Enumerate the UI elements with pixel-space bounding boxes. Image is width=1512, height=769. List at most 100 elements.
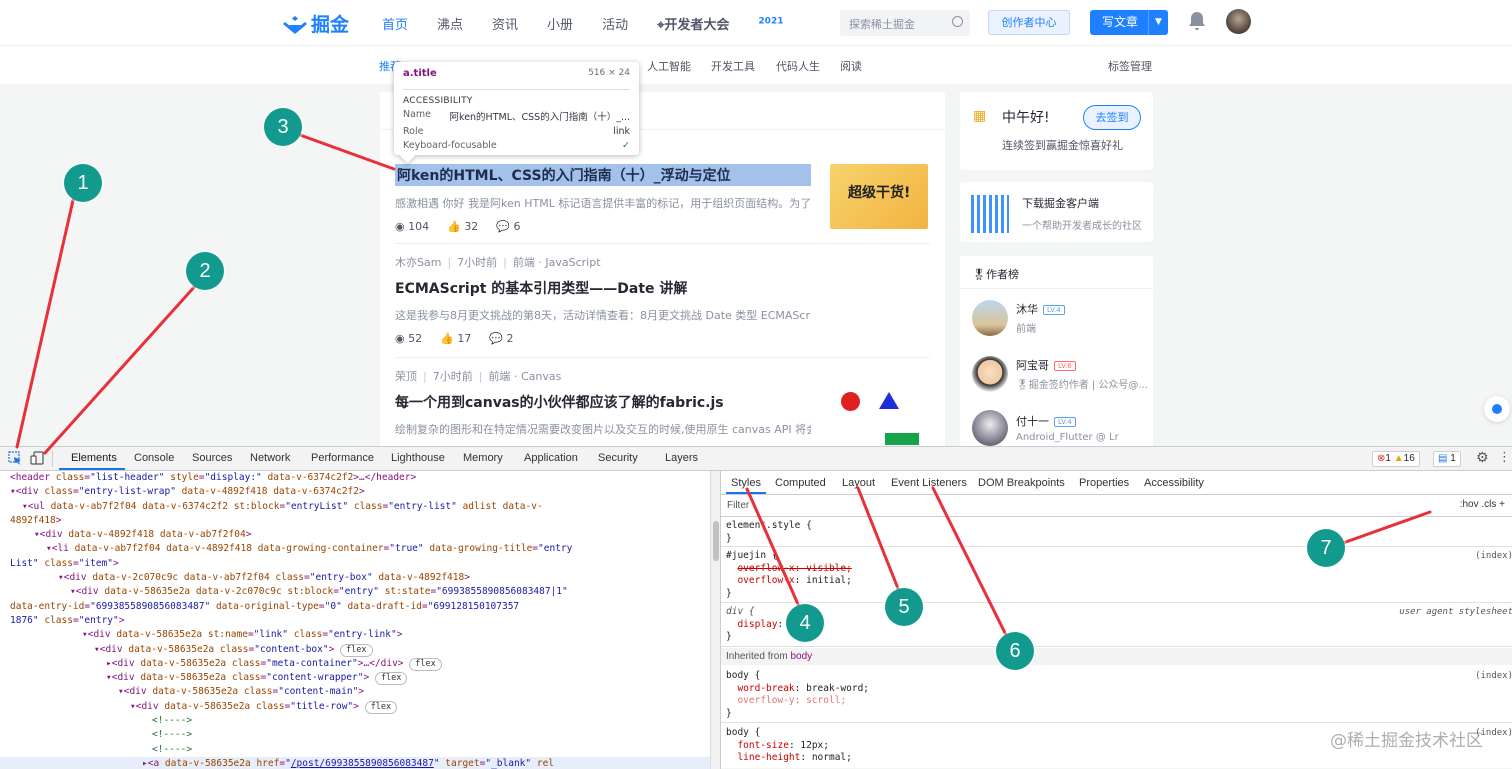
- dom-node[interactable]: ▸<div data-v-58635e2a class="meta-contai…: [0, 657, 710, 671]
- dom-node[interactable]: <!---->: [0, 743, 710, 757]
- sign-in-button[interactable]: 去签到: [1083, 105, 1141, 130]
- styles-filter-input[interactable]: Filter :hov .cls +: [721, 495, 1512, 517]
- author-item[interactable]: 阿宝哥 LV.6 🎖掘金签约作者 | 公众号@...: [972, 356, 1148, 392]
- write-article-button[interactable]: 写文章 ▼: [1090, 10, 1168, 35]
- download-card[interactable]: 下载掘金客户端 一个帮助开发者成长的社区: [960, 182, 1153, 242]
- tab-memory[interactable]: Memory: [463, 452, 503, 464]
- dom-node[interactable]: List" class="item">: [0, 557, 710, 571]
- dom-node[interactable]: data-entry-id="6993855890856083487" data…: [0, 600, 710, 614]
- dom-node[interactable]: ▾<div data-v-4892f418 data-v-ab7f2f04>: [0, 528, 710, 542]
- issues-badge[interactable]: ⊗1 ▲16: [1372, 451, 1420, 467]
- tab-elements[interactable]: Elements: [71, 452, 117, 464]
- bell-icon[interactable]: [1188, 11, 1206, 31]
- nav-books[interactable]: 小册: [547, 14, 573, 33]
- device-toolbar-icon[interactable]: [30, 451, 45, 465]
- dom-node[interactable]: 4892f418>: [0, 514, 710, 528]
- chat-float-button[interactable]: [1484, 396, 1510, 422]
- style-rule-div[interactable]: div {user agent stylesheet display: bloc…: [721, 603, 1512, 647]
- user-avatar[interactable]: [1226, 9, 1251, 34]
- tab-performance[interactable]: Performance: [311, 452, 374, 464]
- subnav-life[interactable]: 代码人生: [776, 58, 820, 74]
- tab-computed[interactable]: Computed: [775, 477, 826, 489]
- tab-properties[interactable]: Properties: [1079, 477, 1129, 489]
- chevron-down-icon[interactable]: ▼: [1148, 10, 1168, 35]
- dom-node[interactable]: ▾<div data-v-58635e2a class="content-box…: [0, 643, 710, 657]
- tab-dom-breakpoints[interactable]: DOM Breakpoints: [978, 477, 1065, 489]
- comments-value: 2: [506, 332, 514, 345]
- author-item[interactable]: 沐华 LV.4 前端: [972, 300, 1065, 336]
- rule-source[interactable]: (index): [1475, 550, 1512, 563]
- style-rule-element[interactable]: element.style {}: [721, 517, 1512, 547]
- tab-accessibility[interactable]: Accessibility: [1144, 477, 1204, 489]
- nav-news[interactable]: 资讯: [492, 14, 518, 33]
- tab-security[interactable]: Security: [598, 452, 638, 464]
- comments-count[interactable]: 💬 2: [489, 332, 513, 345]
- subnav-reading[interactable]: 阅读: [840, 58, 862, 74]
- list-item[interactable]: 木亦Sam | 7小时前 | 前端 · JavaScript ECMAScript 的基…: [395, 254, 930, 358]
- comments-count[interactable]: 💬 6: [496, 220, 520, 233]
- juejin-logo[interactable]: 掘金: [283, 10, 349, 37]
- dom-node[interactable]: ▾<div class="entry-list-wrap" data-v-489…: [0, 485, 710, 499]
- dom-node[interactable]: <header class="list-header" style="displ…: [0, 471, 710, 485]
- article-title-highlighted[interactable]: 阿ken的HTML、CSS的入门指南（十）_浮动与定位: [395, 164, 811, 186]
- tab-console[interactable]: Console: [134, 452, 174, 464]
- style-rule-body[interactable]: body {(index) word-break: break-word; ov…: [721, 667, 1512, 723]
- tab-styles[interactable]: Styles: [731, 477, 761, 489]
- author-item[interactable]: 付十一 LV.4 Android_Flutter @ Lr: [972, 410, 1119, 446]
- nav-pins[interactable]: 沸点: [437, 14, 463, 33]
- article-abstract: 这是我参与8月更文挑战的第8天，活动详情查看：8月更文挑战 Date 类型 EC…: [395, 309, 811, 322]
- tab-event-listeners[interactable]: Event Listeners: [891, 477, 967, 489]
- sidebar-tabs: Styles Computed Layout Event Listeners D…: [721, 471, 1512, 495]
- dom-node-selected[interactable]: ▸<a data-v-58635e2a href="/post/69938558…: [0, 756, 710, 769]
- subnav-ai[interactable]: 人工智能: [647, 58, 691, 74]
- tab-application[interactable]: Application: [524, 452, 578, 464]
- dom-node[interactable]: 1876" class="entry">: [0, 614, 710, 628]
- category-nav: 推荐 人工智能 开发工具 代码人生 阅读 标签管理: [0, 46, 1512, 84]
- author-name[interactable]: 木亦Sam: [395, 256, 441, 269]
- article-thumbnail[interactable]: 超级干货!: [830, 164, 928, 229]
- dom-node[interactable]: ▾<div data-v-58635e2a class="content-mai…: [0, 685, 710, 699]
- dom-node[interactable]: ▾<li data-v-ab7f2f04 data-v-4892f418 dat…: [0, 542, 710, 556]
- dom-node[interactable]: ▾<div data-v-58635e2a class="title-row">…: [0, 700, 710, 714]
- creator-center-button[interactable]: 创作者中心: [988, 10, 1070, 35]
- dom-node[interactable]: ▾<div data-v-58635e2a st:name="link" cla…: [0, 628, 710, 642]
- topic-tag[interactable]: Canvas: [521, 370, 561, 383]
- devtools-panel: Elements Console Sources Network Perform…: [0, 446, 1512, 769]
- gear-icon[interactable]: ⚙: [1476, 450, 1489, 466]
- tab-lighthouse[interactable]: Lighthouse: [391, 452, 445, 464]
- dom-node[interactable]: ▾<div data-v-2c070c9c data-v-ab7f2f04 cl…: [0, 571, 710, 585]
- topic-tag[interactable]: JavaScript: [545, 256, 600, 269]
- search-icon[interactable]: [952, 16, 963, 27]
- dom-tree-scrollbar[interactable]: [710, 471, 720, 769]
- tab-layout[interactable]: Layout: [842, 477, 875, 489]
- inherited-from-body[interactable]: body: [790, 651, 812, 662]
- tab-network[interactable]: Network: [250, 452, 290, 464]
- more-menu-icon[interactable]: ⋮: [1498, 450, 1511, 465]
- messages-badge[interactable]: ▤ 1: [1433, 451, 1461, 467]
- hov-cls-controls[interactable]: :hov .cls +: [1460, 499, 1505, 510]
- category-tag[interactable]: 前端: [488, 370, 510, 383]
- dom-node[interactable]: ▾<div data-v-58635e2a data-v-2c070c9c st…: [0, 585, 710, 599]
- style-rule-juejin[interactable]: #juejin {(index) overflow-x: visible; ov…: [721, 547, 1512, 603]
- dom-node[interactable]: ▾<ul data-v-ab7f2f04 data-v-6374c2f2 st:…: [0, 500, 710, 514]
- author-name[interactable]: 荣顶: [395, 370, 417, 383]
- dom-node[interactable]: ▾<div data-v-58635e2a class="content-wra…: [0, 671, 710, 686]
- tab-sources[interactable]: Sources: [192, 452, 232, 464]
- nav-events[interactable]: 活动: [602, 14, 628, 33]
- article-title[interactable]: ECMAScript 的基本引用类型——Date 讲解: [395, 278, 930, 298]
- dom-node[interactable]: <!---->: [0, 728, 710, 742]
- dom-tree[interactable]: <header class="list-header" style="displ…: [0, 471, 710, 769]
- inspect-element-icon[interactable]: [8, 451, 23, 465]
- tab-layers[interactable]: Layers: [665, 452, 698, 464]
- tag-manage-link[interactable]: 标签管理: [1108, 58, 1152, 74]
- subnav-devtools[interactable]: 开发工具: [711, 58, 755, 74]
- nav-home[interactable]: 首页: [382, 14, 408, 33]
- tooltip-focus-label: Keyboard-focusable: [403, 140, 497, 151]
- rule-source[interactable]: (index): [1475, 670, 1512, 683]
- likes-count[interactable]: 👍 32: [447, 220, 478, 233]
- category-tag[interactable]: 前端: [513, 256, 535, 269]
- dom-node[interactable]: <!---->: [0, 714, 710, 728]
- likes-count[interactable]: 👍 17: [440, 332, 471, 345]
- nav-conference[interactable]: ⌖开发者大会 2021: [657, 14, 783, 33]
- search-input[interactable]: 探索稀土掘金: [840, 10, 970, 36]
